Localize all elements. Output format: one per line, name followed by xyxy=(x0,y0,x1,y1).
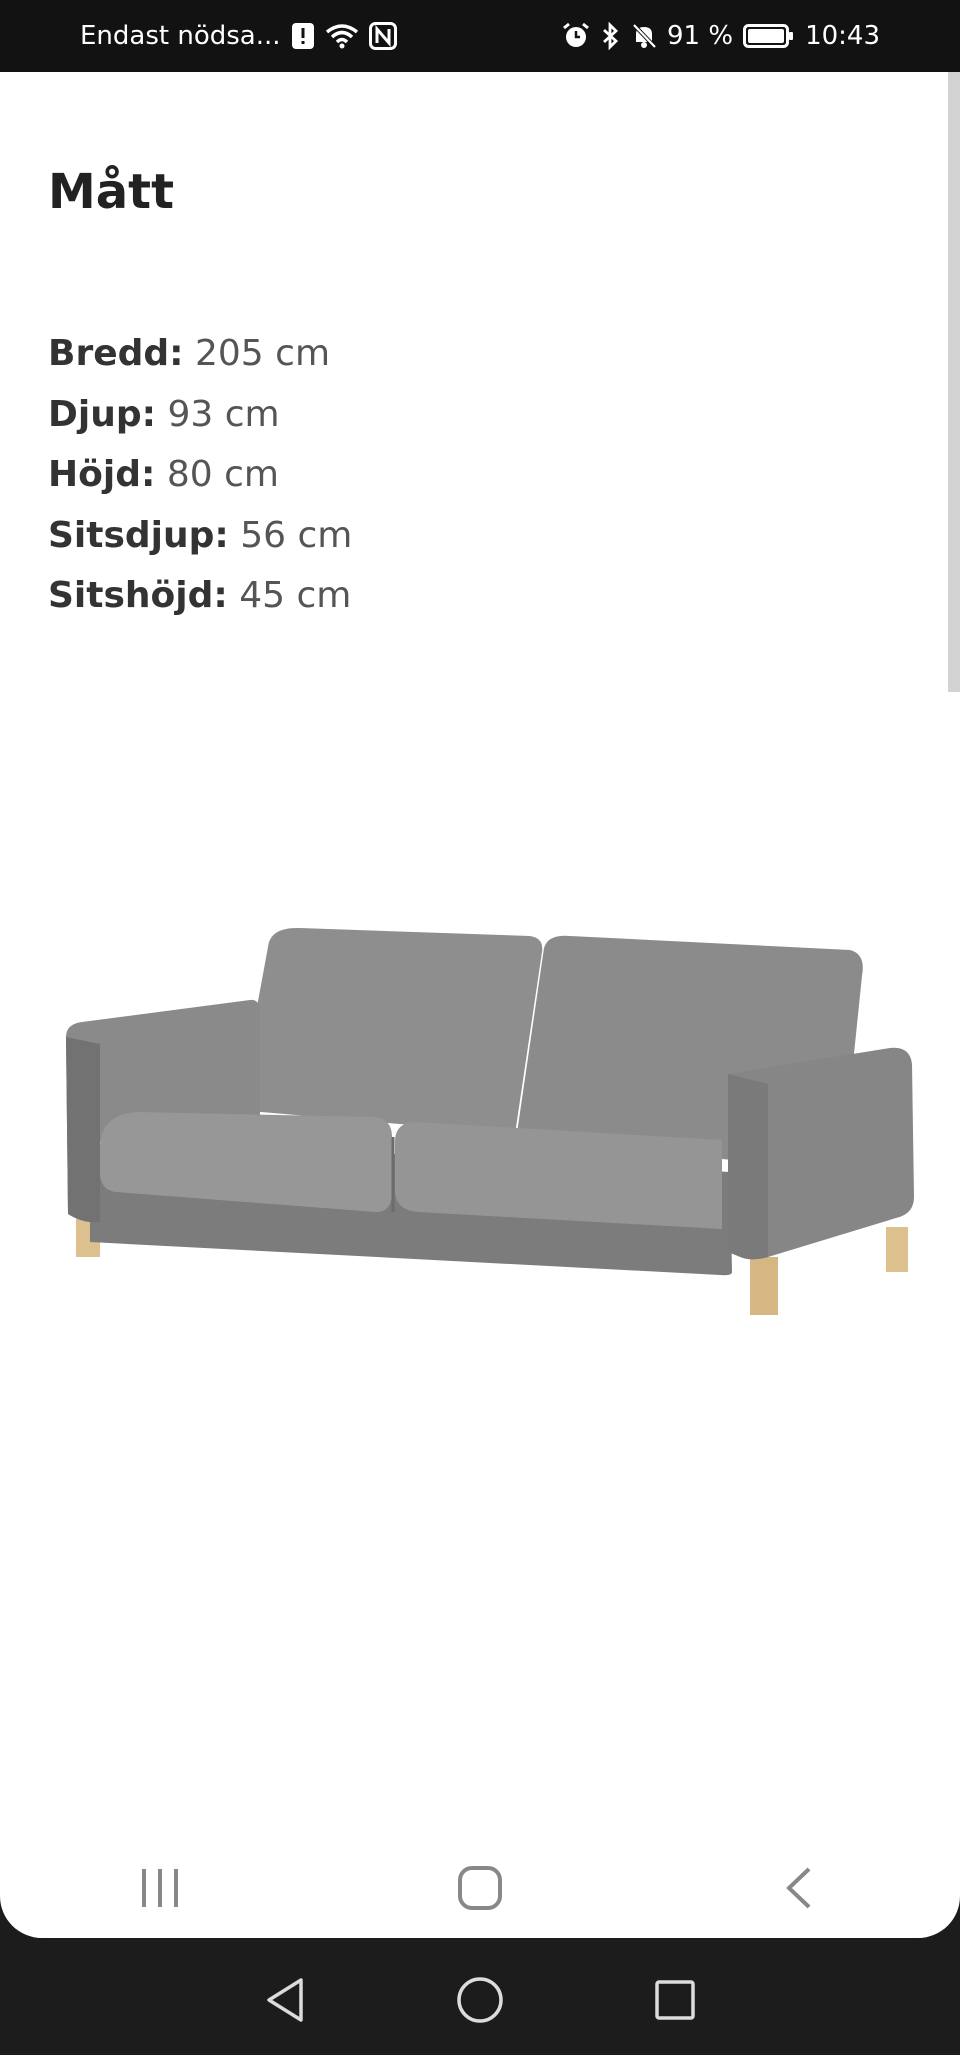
dimension-height: Höjd: 80 cm xyxy=(48,445,352,506)
home-icon[interactable] xyxy=(420,1848,540,1928)
sofa-image xyxy=(66,927,914,1315)
dimension-value: 56 cm xyxy=(228,514,353,556)
dimension-depth: Djup: 93 cm xyxy=(48,385,352,446)
dimension-value: 80 cm xyxy=(155,454,279,495)
status-bar: Endast nödsa... 91 % 10:43 xyxy=(0,0,960,72)
battery-percent: 91 % xyxy=(667,21,734,51)
bluetooth-icon xyxy=(601,22,621,50)
nfc-icon xyxy=(368,22,397,50)
browser-nav-bar xyxy=(0,1848,960,1928)
system-nav-bar xyxy=(0,1945,960,2055)
clock: 10:43 xyxy=(805,21,880,51)
dimensions-list: Bredd: 205 cm Djup: 93 cm Höjd: 80 cm Si… xyxy=(48,324,352,627)
battery-icon xyxy=(743,22,795,50)
dimension-label: Sitsdjup: xyxy=(48,514,229,556)
recents-square-icon[interactable] xyxy=(630,1955,720,2045)
wifi-icon xyxy=(325,22,359,50)
dimension-label: Bredd: xyxy=(48,333,184,374)
alarm-icon xyxy=(561,22,591,50)
dimension-label: Sitshöjd: xyxy=(48,575,228,616)
dimension-seat-depth: Sitsdjup: 56 cm xyxy=(48,506,352,567)
dimension-value: 45 cm xyxy=(227,575,352,616)
scrollbar[interactable] xyxy=(948,72,960,692)
web-page[interactable]: Mått Bredd: 205 cm Djup: 93 cm Höjd: 80 … xyxy=(0,72,960,1938)
dimension-label: Djup: xyxy=(48,393,157,435)
page-title: Mått xyxy=(48,164,175,220)
dimension-seat-height: Sitshöjd: 45 cm xyxy=(48,566,352,627)
dimension-value: 205 cm xyxy=(183,333,331,374)
recent-apps-icon[interactable] xyxy=(100,1848,220,1928)
carrier-text: Endast nödsa... xyxy=(80,21,281,51)
home-circle-icon[interactable] xyxy=(435,1955,525,2045)
back-triangle-icon[interactable] xyxy=(240,1955,330,2045)
mute-icon xyxy=(631,22,657,50)
dimension-width: Bredd: 205 cm xyxy=(48,324,352,385)
back-chevron-icon[interactable] xyxy=(740,1848,860,1928)
dimension-label: Höjd: xyxy=(48,454,156,495)
dimension-value: 93 cm xyxy=(156,393,280,435)
alert-icon xyxy=(291,22,315,50)
